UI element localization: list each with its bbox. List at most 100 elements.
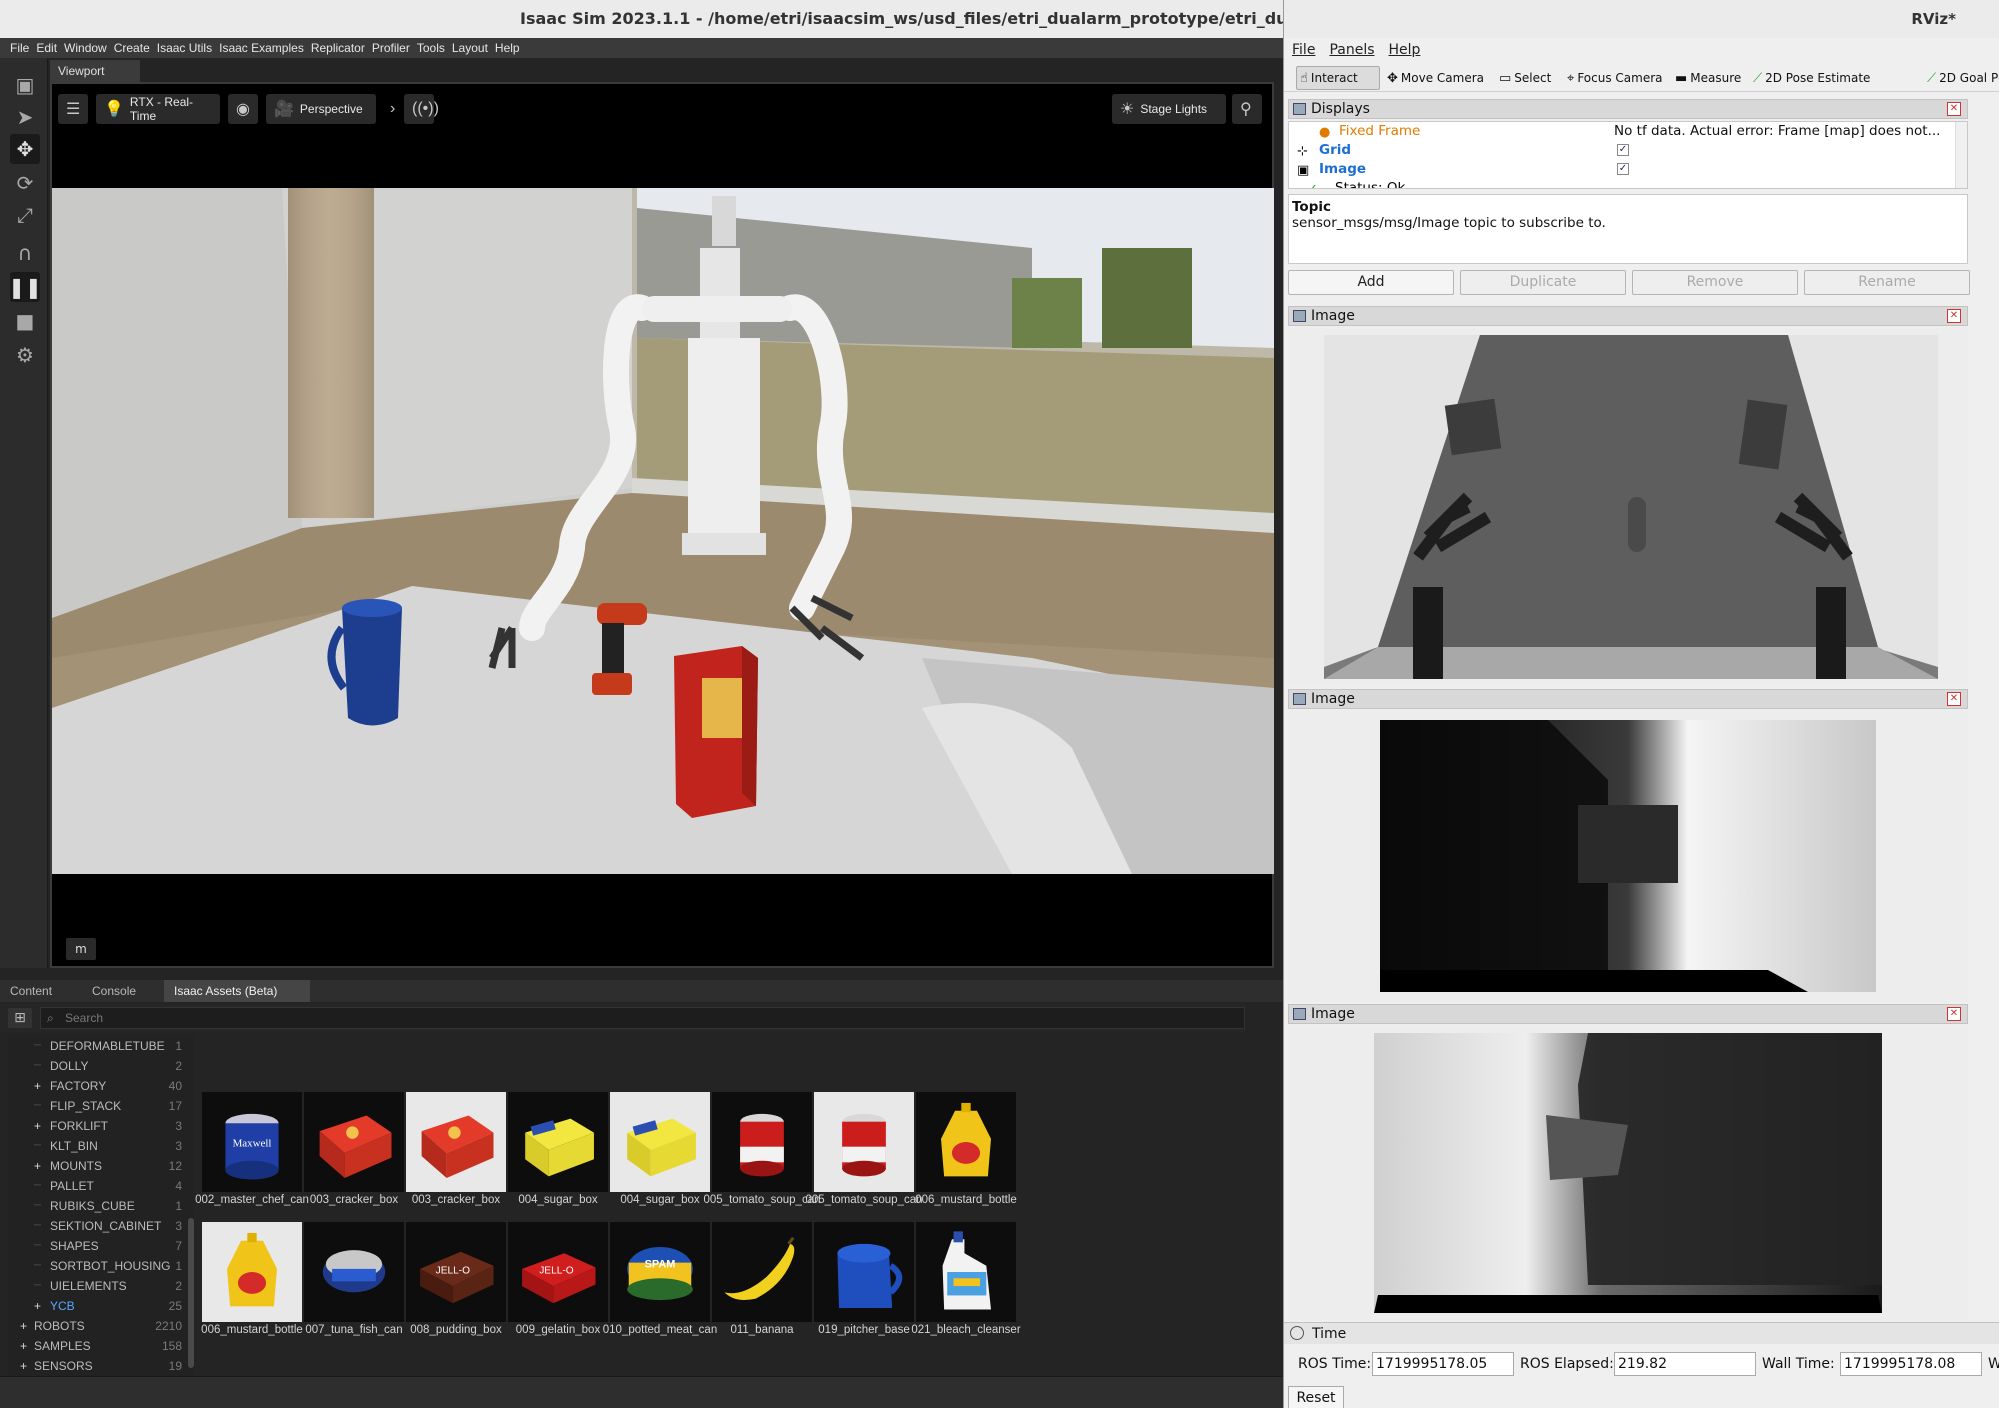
menu-isaac-utils[interactable]: Isaac Utils	[157, 41, 212, 55]
move-tool-icon[interactable]: ✥	[10, 134, 40, 164]
menu-isaac-examples[interactable]: Isaac Examples	[219, 41, 304, 55]
tree-item[interactable]: ─ DEFORMABLETUBE 1	[8, 1036, 194, 1056]
tree-item[interactable]: ─ SORTBOT_HOUSING 1	[8, 1256, 194, 1276]
tree-item[interactable]: + MOUNTS 12	[8, 1156, 194, 1176]
ros-time-field[interactable]: 1719995178.05	[1372, 1352, 1514, 1376]
tool-select[interactable]: ▭ Select	[1496, 66, 1554, 90]
reset-button[interactable]: Reset	[1288, 1386, 1344, 1408]
asset-tile[interactable]: 011_banana	[712, 1222, 812, 1377]
filter-icon[interactable]: ⊞	[8, 1008, 32, 1028]
search-input[interactable]: ⌕ Search	[40, 1007, 1245, 1029]
rviz-menu-help[interactable]: Help	[1389, 42, 1421, 58]
broadcast-icon[interactable]: ((•))	[404, 94, 439, 124]
viewport-settings-icon[interactable]: ☰	[58, 94, 88, 124]
menu-file[interactable]: File	[10, 41, 29, 55]
asset-tile[interactable]: 007_tuna_fish_can	[304, 1222, 404, 1377]
tree-item[interactable]: + ROBOTS 2210	[8, 1316, 194, 1336]
rviz-menu-panels[interactable]: Panels	[1329, 42, 1374, 58]
tree-item[interactable]: + FACTORY 40	[8, 1076, 194, 1096]
stage-lights-button[interactable]: ☀ Stage Lights	[1112, 94, 1226, 124]
tree-item[interactable]: ─ FLIP_STACK 17	[8, 1096, 194, 1116]
asset-tile[interactable]: JELL-O 008_pudding_box	[406, 1222, 506, 1377]
duplicate-button[interactable]: Duplicate	[1460, 270, 1626, 295]
settings-tool-icon[interactable]: ⚙	[10, 340, 40, 370]
pin-icon[interactable]: ⚲	[1232, 94, 1262, 124]
displays-scrollbar[interactable]	[1955, 122, 1967, 188]
tool-goal-pose[interactable]: ⟋ 2D Goal Pc	[1924, 66, 1999, 90]
menu-create[interactable]: Create	[114, 41, 150, 55]
grid-checkbox[interactable]: ✓	[1617, 144, 1629, 156]
display-row-fixed-frame[interactable]: ● Fixed Frame No tf data. Actual error: …	[1289, 122, 1949, 141]
tab-content[interactable]: Content	[0, 980, 62, 1002]
tree-item[interactable]: ─ DOLLY 2	[8, 1056, 194, 1076]
menu-profiler[interactable]: Profiler	[372, 41, 410, 55]
image-panel-1[interactable]	[1288, 327, 1968, 687]
camera-button[interactable]: 🎥 Perspective	[266, 94, 376, 124]
close-icon[interactable]: ✕	[1947, 692, 1961, 706]
tab-console[interactable]: Console	[82, 980, 146, 1002]
stop-icon[interactable]: ■	[10, 306, 40, 336]
tree-item[interactable]: + FORKLIFT 3	[8, 1116, 194, 1136]
tool-interact[interactable]: ☝ Interact	[1296, 66, 1380, 90]
pause-icon[interactable]: ❚❚	[8, 272, 42, 302]
close-icon[interactable]: ✕	[1947, 309, 1961, 323]
tree-scrollbar[interactable]	[188, 1218, 194, 1368]
expand-icon[interactable]: +	[20, 1316, 27, 1336]
scale-tool-icon[interactable]: ⤢	[10, 200, 40, 230]
expand-icon[interactable]: +	[20, 1336, 27, 1356]
menu-replicator[interactable]: Replicator	[311, 41, 365, 55]
menu-edit[interactable]: Edit	[36, 41, 57, 55]
expand-icon[interactable]: +	[34, 1116, 41, 1136]
image-checkbox[interactable]: ✓	[1617, 163, 1629, 175]
expand-icon[interactable]: +	[34, 1296, 41, 1316]
displays-tree[interactable]: ● Fixed Frame No tf data. Actual error: …	[1288, 121, 1968, 189]
expand-icon[interactable]: +	[34, 1156, 41, 1176]
menu-help[interactable]: Help	[495, 41, 520, 55]
tree-item[interactable]: + SAMPLES 158	[8, 1336, 194, 1356]
tool-move-camera[interactable]: ✥ Move Camera	[1384, 66, 1487, 90]
select-tool-icon[interactable]: ➤	[10, 102, 40, 132]
tree-item[interactable]: ─ UIELEMENTS 2	[8, 1276, 194, 1296]
meter-unit-badge[interactable]: m	[66, 938, 96, 960]
chevron-right-icon[interactable]: ›	[382, 94, 398, 124]
tab-isaac-assets[interactable]: Isaac Assets (Beta)	[164, 980, 310, 1002]
asset-tile[interactable]: 006_mustard_bottle	[201, 1222, 303, 1377]
viewport-tab[interactable]: Viewport	[50, 60, 140, 82]
tree-item[interactable]: ─ KLT_BIN 3	[8, 1136, 194, 1156]
rviz-menu-file[interactable]: File	[1292, 42, 1315, 58]
ros-elapsed-field[interactable]: 219.82	[1614, 1352, 1756, 1376]
display-row-image[interactable]: ▣ Image ✓	[1289, 160, 1949, 179]
asset-tile[interactable]: 019_pitcher_base	[814, 1222, 914, 1377]
close-icon[interactable]: ✕	[1947, 1007, 1961, 1021]
add-button[interactable]: Add	[1288, 270, 1454, 295]
menu-window[interactable]: Window	[64, 41, 107, 55]
tool-focus-camera[interactable]: ⌖ Focus Camera	[1564, 66, 1666, 90]
snap-tool-icon[interactable]: ∩	[10, 238, 40, 268]
display-row-grid[interactable]: ⊹ Grid ✓	[1289, 141, 1949, 160]
expand-icon[interactable]: +	[20, 1356, 27, 1376]
menu-layout[interactable]: Layout	[452, 41, 488, 55]
close-icon[interactable]: ✕	[1947, 102, 1961, 116]
tree-item[interactable]: ─ SEKTION_CABINET 3	[8, 1216, 194, 1236]
tree-item[interactable]: + SENSORS 19	[8, 1356, 194, 1376]
remove-button[interactable]: Remove	[1632, 270, 1798, 295]
image-panel-2[interactable]	[1288, 710, 1968, 1002]
rename-button[interactable]: Rename	[1804, 270, 1970, 295]
tree-item[interactable]: ─ RUBIKS_CUBE 1	[8, 1196, 194, 1216]
asset-tile[interactable]: SPAM 010_potted_meat_can	[603, 1222, 717, 1377]
renderer-button[interactable]: 💡 RTX - Real-Time	[96, 94, 220, 124]
tree-item[interactable]: + YCB 25	[8, 1296, 194, 1316]
tree-item[interactable]: ─ SHAPES 7	[8, 1236, 194, 1256]
rotate-tool-icon[interactable]: ⟳	[10, 168, 40, 198]
wall-time-field[interactable]: 1719995178.08	[1840, 1352, 1982, 1376]
eye-icon[interactable]: ◉	[228, 94, 258, 124]
tool-measure[interactable]: ▬ Measure	[1672, 66, 1744, 90]
tree-item[interactable]: ─ PALLET 4	[8, 1176, 194, 1196]
expand-icon[interactable]: +	[34, 1076, 41, 1096]
asset-tile[interactable]: 021_bleach_cleanser	[911, 1222, 1021, 1377]
image-panel-3[interactable]	[1288, 1025, 1968, 1320]
tool-pose-estimate[interactable]: ⟋ 2D Pose Estimate	[1750, 66, 1873, 90]
camera-tool-icon[interactable]: ▣	[10, 70, 40, 100]
asset-tile[interactable]: JELL-O 009_gelatin_box	[508, 1222, 608, 1377]
viewport[interactable]: ☰ 💡 RTX - Real-Time ◉ 🎥 Perspective › ((•)…	[50, 82, 1274, 968]
